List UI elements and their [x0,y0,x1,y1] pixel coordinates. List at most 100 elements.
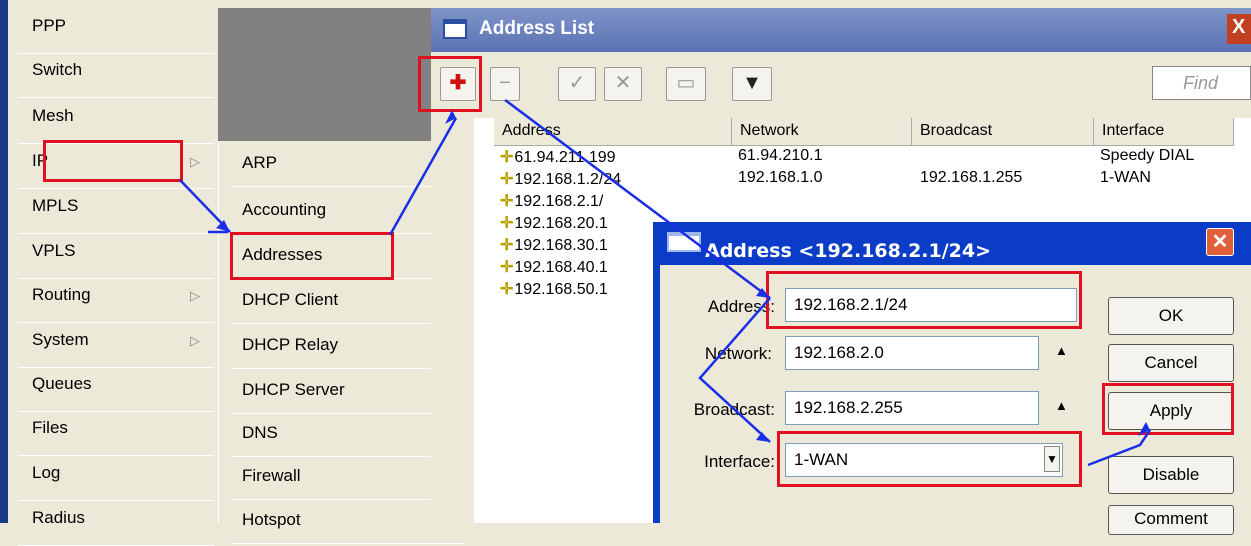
table-cell-text: 192.168.50.1 [514,281,608,298]
table-cell-text: 61.94.211.199 [514,149,616,166]
filter-icon[interactable]: ▼ [732,67,772,101]
remove-button[interactable]: − [490,67,520,101]
table-cell-address[interactable]: ✛61.94.211.199 [500,147,616,169]
address-list-titlebar[interactable]: Address List [431,8,1251,52]
table-cell-text: 192.168.30.1 [514,237,608,254]
submenu-item-dhcp-server[interactable]: DHCP Server [232,370,464,414]
network-toggle-icon[interactable]: ▲ [1055,343,1068,358]
find-input[interactable]: Find [1152,66,1251,100]
menu-item-ppp[interactable]: PPP [18,8,214,54]
table-cell-text: Speedy DIAL [1100,147,1195,164]
menu-item-mpls[interactable]: MPLS [18,188,214,234]
menu-item-vpls[interactable]: VPLS [18,233,214,279]
address-icon: ✛ [500,215,514,232]
submenu-item-dns[interactable]: DNS [232,413,464,457]
table-cell-address[interactable]: ✛192.168.50.1 [500,279,608,301]
column-header-broadcast[interactable]: Broadcast [912,118,1094,146]
dialog-window-icon [667,232,701,252]
table-cell-text: 192.168.40.1 [514,259,608,276]
address-icon: ✛ [500,281,514,298]
cancel-button[interactable]: Cancel [1108,344,1234,382]
address-icon: ✛ [500,259,514,276]
window-title: Address List [479,18,595,39]
menu-item-label: Log [32,463,61,482]
menu-item-label: VPLS [32,241,76,260]
comment-button-dialog[interactable]: Comment [1108,505,1234,535]
table-cell-text: 192.168.1.255 [920,169,1023,186]
table-cell-text: 192.168.2.1/ [514,193,604,210]
submenu-item-accounting[interactable]: Accounting [232,190,464,234]
menu-item-label: IP [32,151,49,170]
submenu-item-arp[interactable]: ARP [232,143,464,187]
menu-item-label: System [32,330,89,349]
address-label: Address: [707,297,775,316]
dialog-title: Address <192.168.2.1/24> [705,240,992,262]
column-header-interface[interactable]: Interface [1094,118,1234,146]
submenu-item-hotspot[interactable]: Hotspot [232,500,464,544]
menu-item-label: MPLS [32,196,79,215]
dropdown-arrow-icon[interactable]: ▼ [1044,446,1060,472]
table-cell-address[interactable]: ✛192.168.20.1 [500,213,608,235]
menu-item-switch[interactable]: Switch [18,52,214,98]
menu-item-label: Radius [32,508,85,527]
add-button[interactable]: ✚ [440,67,476,101]
table-cell-text: 192.168.1.0 [738,169,823,186]
submenu-arrow-icon: ▷ [190,333,200,348]
apply-button[interactable]: Apply [1108,392,1234,430]
menu-item-files[interactable]: Files [18,410,214,456]
comment-button[interactable]: ▭ [666,67,706,101]
table-cell-address[interactable]: ✛192.168.1.2/24 [500,169,621,191]
menu-item-queues[interactable]: Queues [18,366,214,412]
table-cell-broadcast: 192.168.1.255 [920,169,1022,191]
submenu-item-dhcp-client[interactable]: DHCP Client [232,280,464,324]
menu-item-label: Switch [32,60,83,79]
disable-button[interactable]: ✕ [604,67,642,101]
window-icon [443,19,467,39]
enable-button[interactable]: ✓ [558,67,596,101]
menu-item-label: Queues [32,374,92,393]
ok-button[interactable]: OK [1108,297,1234,335]
gray-panel [218,8,431,141]
menu-item-system[interactable]: System ▷ [18,322,214,368]
address-icon: ✛ [500,237,514,254]
table-cell-address[interactable]: ✛192.168.40.1 [500,257,608,279]
menu-item-label: PPP [32,16,67,35]
table-cell-interface: 1-WAN [1100,169,1151,191]
column-header-address[interactable]: Address [494,118,732,146]
interface-select[interactable]: 1-WAN [785,443,1063,477]
network-field[interactable]: 192.168.2.0 [785,336,1039,370]
broadcast-field[interactable]: 192.168.2.255 [785,391,1039,425]
table-cell-text: 61.94.210.1 [738,147,823,164]
table-cell-network: 61.94.210.1 [738,147,823,169]
table-cell-text: 192.168.1.2/24 [514,171,622,188]
menu-item-label: Files [32,418,68,437]
menu-item-radius[interactable]: Radius [18,500,214,546]
left-frame-bar [0,0,8,523]
table-cell-text: 1-WAN [1100,169,1151,186]
table-cell-interface: Speedy DIAL [1100,147,1194,169]
address-icon: ✛ [500,149,514,166]
menu-item-routing[interactable]: Routing ▷ [18,277,214,323]
address-icon: ✛ [500,171,514,188]
network-label: Network: [704,344,772,363]
disable-button-dialog[interactable]: Disable [1108,456,1234,494]
menu-item-mesh[interactable]: Mesh [18,98,214,144]
address-icon: ✛ [500,193,514,210]
submenu-item-dhcp-relay[interactable]: DHCP Relay [232,325,464,369]
menu-item-log[interactable]: Log [18,455,214,501]
submenu-item-firewall[interactable]: Firewall [232,456,464,500]
dialog-close-icon[interactable]: ✕ [1206,228,1234,256]
interface-label: Interface: [704,452,775,471]
address-field[interactable]: 192.168.2.1/24 [785,288,1077,322]
table-cell-address[interactable]: ✛192.168.30.1 [500,235,608,257]
submenu-arrow-icon: ▷ [190,288,200,303]
broadcast-label: Broadcast: [693,400,775,419]
close-icon[interactable]: X [1227,14,1251,44]
menu-item-ip[interactable]: IP ▷ [18,143,214,189]
table-cell-network: 192.168.1.0 [738,169,823,191]
table-cell-address[interactable]: ✛192.168.2.1/ [500,191,603,213]
broadcast-toggle-icon[interactable]: ▲ [1055,398,1068,413]
submenu-item-addresses[interactable]: Addresses [232,235,464,279]
table-cell-text: 192.168.20.1 [514,215,608,232]
column-header-network[interactable]: Network [732,118,912,146]
